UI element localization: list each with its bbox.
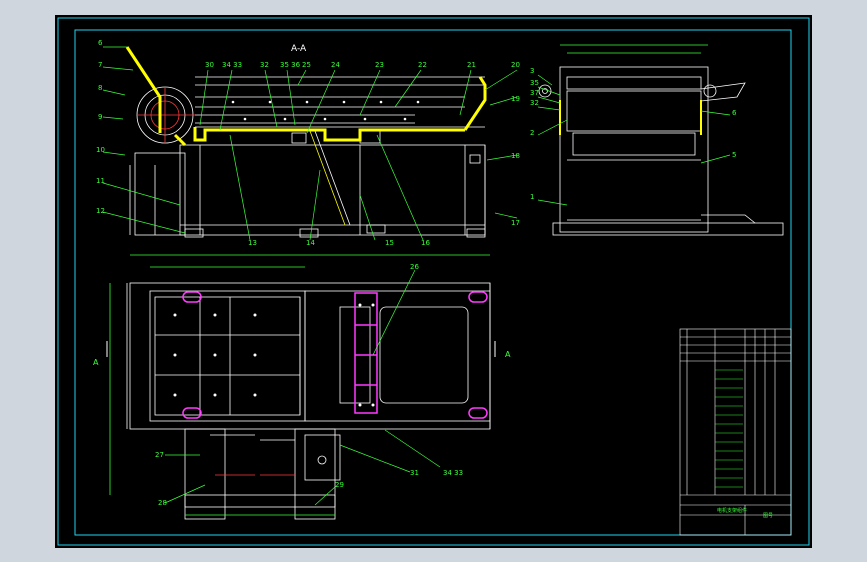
title-block — [679, 328, 792, 536]
callout-30: 30 — [205, 61, 214, 69]
callout-12: 12 — [96, 207, 105, 215]
callout-7: 7 — [98, 61, 102, 69]
leader-lines — [102, 46, 518, 241]
callout-35: 35 — [530, 79, 539, 87]
title-block-drawing-no: 图号 — [763, 513, 773, 519]
callout-34-33-plan: 34 33 — [443, 469, 463, 477]
cad-drawing: A-A 6 7 8 9 10 11 12 30 34 33 32 35 36 2… — [57, 17, 810, 546]
cad-viewport[interactable]: A-A 6 7 8 9 10 11 12 30 34 33 32 35 36 2… — [55, 15, 812, 548]
section-marker-left: A — [93, 358, 99, 367]
section-view-aa: A-A — [129, 44, 486, 238]
callout-29: 29 — [335, 481, 344, 489]
rail-holes — [231, 100, 420, 121]
callout-9: 9 — [98, 113, 102, 121]
callout-10: 10 — [96, 146, 105, 154]
callout-24: 24 — [331, 61, 340, 69]
callout-2: 2 — [530, 129, 534, 137]
callouts-plan: 26 27 28 31 34 33 29 — [155, 263, 463, 507]
plan-leaders — [164, 269, 441, 506]
plan-slots — [182, 291, 488, 419]
callout-16: 16 — [421, 239, 430, 247]
callout-37: 37 — [530, 89, 539, 97]
side-view-yellow — [559, 100, 702, 135]
callout-6-side: 6 — [732, 109, 737, 117]
callout-21: 21 — [467, 61, 476, 69]
callout-14: 14 — [306, 239, 315, 247]
plan-holes — [173, 303, 375, 407]
section-markers: A A — [93, 341, 511, 367]
callout-22: 22 — [418, 61, 427, 69]
callout-23: 23 — [375, 61, 384, 69]
callout-13: 13 — [248, 239, 257, 247]
callout-32: 32 — [260, 61, 269, 69]
callout-26: 26 — [410, 263, 419, 271]
callout-19: 19 — [511, 95, 520, 103]
callout-20: 20 — [511, 61, 520, 69]
callout-31: 31 — [410, 469, 419, 477]
callout-35-36: 35 36 — [280, 61, 301, 69]
callout-8: 8 — [98, 84, 102, 92]
callout-18: 18 — [511, 152, 520, 160]
plan-view — [109, 254, 491, 520]
title-block-name: 电机支架组件 — [717, 507, 747, 514]
callout-27: 27 — [155, 451, 164, 459]
callout-28: 28 — [158, 499, 167, 507]
callout-11: 11 — [96, 177, 105, 185]
callout-32-side: 32 — [530, 99, 539, 107]
view-title: A-A — [291, 44, 307, 54]
callout-5: 5 — [732, 151, 736, 159]
callout-34-33: 34 33 — [222, 61, 242, 69]
callout-25: 25 — [302, 61, 311, 69]
callout-1: 1 — [530, 193, 534, 201]
title-block-rows — [715, 369, 743, 488]
callout-15: 15 — [385, 239, 394, 247]
callout-3: 3 — [530, 67, 534, 75]
callouts-section: 6 7 8 9 10 11 12 30 34 33 32 35 36 25 24… — [96, 39, 520, 247]
callout-17: 17 — [511, 219, 520, 227]
callout-6: 6 — [98, 39, 103, 47]
section-marker-right: A — [505, 350, 511, 359]
side-view — [538, 44, 784, 236]
